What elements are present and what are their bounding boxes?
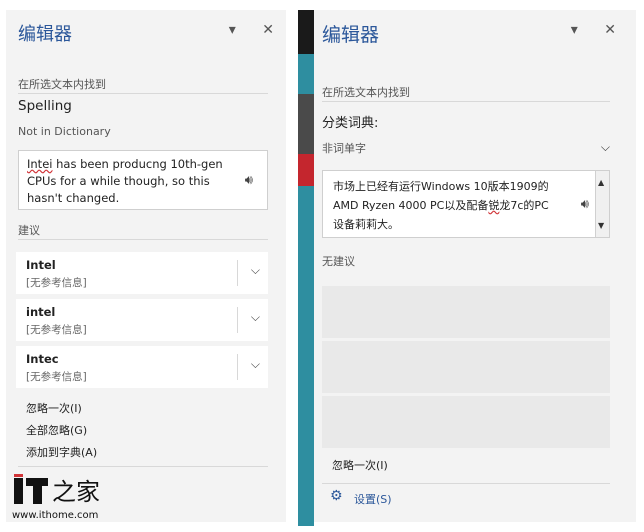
svg-text:之家: 之家 [52, 478, 100, 506]
category-note: 非词单字 [322, 142, 366, 155]
no-suggestions-label: 无建议 [322, 255, 355, 268]
misspelled-word: Intei [27, 157, 53, 171]
suggestion-note: [无参考信息] [26, 371, 87, 383]
background-app-strip [286, 10, 314, 530]
empty-suggestion-slot [322, 396, 610, 448]
found-label: 在所选文本内找到 [18, 78, 106, 91]
ignore-once-button[interactable]: 忽略一次(I) [332, 457, 388, 473]
suggestion-card[interactable]: Intec [无参考信息] ⌵ [16, 346, 268, 388]
watermark-url: www.ithome.com [12, 510, 99, 521]
text-excerpt-body: has been producng 10th-gen CPUs for a wh… [27, 157, 223, 205]
ithome-logo: 之家 [12, 472, 102, 512]
suggestion-note: [无参考信息] [26, 277, 87, 289]
chevron-down-icon[interactable]: ⌵ [251, 357, 260, 372]
text-excerpt[interactable]: Intei has been producng 10th-gen CPUs fo… [18, 150, 268, 210]
category-title: Spelling [18, 98, 72, 114]
add-to-dictionary-button[interactable]: 添加到字典(A) [26, 444, 97, 460]
text-excerpt[interactable]: 市场上已经有运行Windows 10版本1909的AMD Ryzen 4000 … [322, 170, 610, 238]
suggestion-card[interactable]: Intel [无参考信息] ⌵ [16, 252, 268, 294]
suggestion-word: Intel [26, 258, 56, 272]
ignore-once-button[interactable]: 忽略一次(I) [26, 400, 82, 416]
category-note: Not in Dictionary [18, 125, 111, 138]
chevron-down-icon[interactable]: ⌵ [601, 140, 610, 155]
suggestion-word: Intec [26, 352, 59, 366]
ignore-all-button[interactable]: 全部忽略(G) [26, 422, 87, 438]
close-icon[interactable]: ✕ [262, 22, 274, 38]
found-label: 在所选文本内找到 [322, 86, 410, 99]
settings-link[interactable]: 设置(S) [354, 491, 392, 507]
pane-title: 编辑器 [322, 24, 380, 46]
pane-title: 编辑器 [18, 24, 72, 45]
chevron-down-icon[interactable]: ⌵ [251, 310, 260, 325]
suggestions-label: 建议 [18, 224, 40, 237]
chevron-down-icon[interactable]: ▾ [571, 22, 578, 38]
suggestion-word: intel [26, 305, 56, 319]
scroll-down-icon[interactable]: ▼ [598, 216, 604, 235]
empty-suggestion-slot [322, 286, 610, 338]
scroll-up-icon[interactable]: ▲ [598, 173, 604, 192]
category-title: 分类词典: [322, 116, 379, 131]
editor-pane-chinese: 编辑器 ▾ ✕ 在所选文本内找到 分类词典: 非词单字 ⌵ 市场上已经有运行Wi… [314, 10, 636, 522]
speaker-icon[interactable]: 🔊︎ [245, 172, 253, 189]
chevron-down-icon[interactable]: ⌵ [251, 263, 260, 278]
close-icon[interactable]: ✕ [604, 22, 616, 38]
speaker-icon[interactable]: 🔊︎ [581, 195, 589, 214]
misspelled-word: 锐 [488, 199, 500, 212]
editor-pane-english: 编辑器 ▾ ✕ 在所选文本内找到 Spelling Not in Diction… [6, 10, 286, 522]
gear-icon[interactable]: ⚙ [330, 488, 343, 504]
scrollbar[interactable]: ▲ ▼ [595, 171, 609, 237]
empty-suggestion-slot [322, 341, 610, 393]
suggestion-card[interactable]: intel [无参考信息] ⌵ [16, 299, 268, 341]
chevron-down-icon[interactable]: ▾ [229, 22, 236, 38]
suggestion-note: [无参考信息] [26, 324, 87, 336]
